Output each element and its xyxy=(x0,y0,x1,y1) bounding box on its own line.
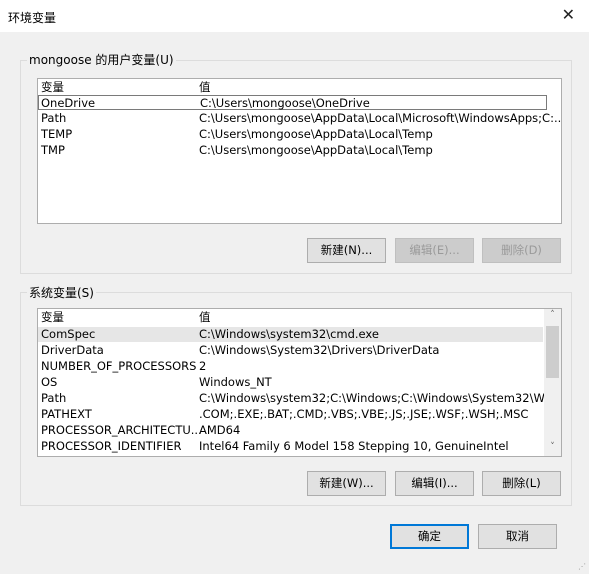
system-edit-button[interactable]: 编辑(I)... xyxy=(395,471,474,496)
variable-value: C:\Users\mongoose\AppData\Local\Temp xyxy=(199,127,433,141)
list-item[interactable]: TMP C:\Users\mongoose\AppData\Local\Temp xyxy=(38,143,561,158)
close-icon[interactable]: ✕ xyxy=(562,5,575,24)
variable-name: Path xyxy=(41,111,67,125)
variable-name: PROCESSOR_ARCHITECTU... xyxy=(41,423,202,437)
variable-value: Intel64 Family 6 Model 158 Stepping 10, … xyxy=(199,439,509,453)
variable-name: TMP xyxy=(41,143,65,157)
list-item[interactable]: OS Windows_NT xyxy=(38,375,543,390)
scroll-up-icon[interactable]: ˄ xyxy=(544,310,561,320)
variable-value: AMD64 xyxy=(199,423,241,437)
user-delete-button[interactable]: 删除(D) xyxy=(482,238,561,263)
variable-name: PATHEXT xyxy=(41,407,92,421)
list-item[interactable]: NUMBER_OF_PROCESSORS 2 xyxy=(38,359,543,374)
header-variable[interactable]: 变量 xyxy=(41,310,64,325)
user-edit-button[interactable]: 编辑(E)... xyxy=(395,238,474,263)
window-title: 环境变量 xyxy=(8,11,57,25)
list-item[interactable]: PROCESSOR_IDENTIFIER Intel64 Family 6 Mo… xyxy=(38,439,543,454)
variable-name: PROCESSOR_IDENTIFIER xyxy=(41,439,182,453)
scrollbar-thumb[interactable] xyxy=(546,326,559,378)
title-bar: 环境变量 ✕ xyxy=(0,0,589,32)
variable-value: C:\Users\mongoose\AppData\Local\Microsof… xyxy=(199,111,562,125)
header-variable[interactable]: 变量 xyxy=(41,80,64,95)
variable-name: TEMP xyxy=(41,127,73,141)
variable-value: 2 xyxy=(199,359,207,373)
list-item[interactable]: OneDrive C:\Users\mongoose\OneDrive xyxy=(38,95,547,110)
variable-name: DriverData xyxy=(41,343,104,357)
vertical-scrollbar[interactable]: ˄ ˅ xyxy=(544,309,561,456)
variable-value: C:\Users\mongoose\AppData\Local\Temp xyxy=(199,143,433,157)
list-item[interactable]: PATHEXT .COM;.EXE;.BAT;.CMD;.VBS;.VBE;.J… xyxy=(38,407,543,422)
cancel-button[interactable]: 取消 xyxy=(478,524,557,549)
variable-value: C:\Windows\system32\cmd.exe xyxy=(199,327,379,341)
system-new-button[interactable]: 新建(W)... xyxy=(307,471,386,496)
variable-value: Windows_NT xyxy=(199,375,272,389)
system-delete-button[interactable]: 删除(L) xyxy=(482,471,561,496)
variable-name: Path xyxy=(41,391,67,405)
variable-name: NUMBER_OF_PROCESSORS xyxy=(41,359,197,373)
list-item[interactable]: PROCESSOR_ARCHITECTU... AMD64 xyxy=(38,423,543,438)
user-variables-list[interactable]: 变量 值 OneDrive C:\Users\mongoose\OneDrive… xyxy=(37,78,562,224)
variable-name: OS xyxy=(41,375,58,389)
system-variables-list[interactable]: 变量 值 ComSpec C:\Windows\system32\cmd.exe… xyxy=(37,308,562,457)
ok-button[interactable]: 确定 xyxy=(390,524,469,549)
list-item[interactable]: Path C:\Users\mongoose\AppData\Local\Mic… xyxy=(38,111,561,126)
variable-name: OneDrive xyxy=(41,96,96,110)
list-header: 变量 值 xyxy=(38,310,543,325)
list-item[interactable]: ComSpec C:\Windows\system32\cmd.exe xyxy=(38,327,543,342)
variable-value: C:\Windows\system32;C:\Windows;C:\Window… xyxy=(199,391,562,405)
list-item[interactable]: DriverData C:\Windows\System32\Drivers\D… xyxy=(38,343,543,358)
variable-value: .COM;.EXE;.BAT;.CMD;.VBS;.VBE;.JS;.JSE;.… xyxy=(199,407,529,421)
header-value[interactable]: 值 xyxy=(199,310,211,325)
user-new-button[interactable]: 新建(N)... xyxy=(307,238,386,263)
user-variables-label: mongoose 的用户变量(U) xyxy=(27,51,176,68)
variable-value: C:\Windows\System32\Drivers\DriverData xyxy=(199,343,440,357)
system-variables-label: 系统变量(S) xyxy=(27,284,96,301)
list-item[interactable]: Path C:\Windows\system32;C:\Windows;C:\W… xyxy=(38,391,561,406)
header-value[interactable]: 值 xyxy=(199,80,211,95)
list-header: 变量 值 xyxy=(38,80,561,95)
resize-grip-icon[interactable]: ⋰ xyxy=(578,562,586,571)
list-item[interactable]: TEMP C:\Users\mongoose\AppData\Local\Tem… xyxy=(38,127,561,142)
scroll-down-icon[interactable]: ˅ xyxy=(544,442,561,452)
variable-value: C:\Users\mongoose\OneDrive xyxy=(200,96,370,110)
variable-name: ComSpec xyxy=(41,327,96,341)
